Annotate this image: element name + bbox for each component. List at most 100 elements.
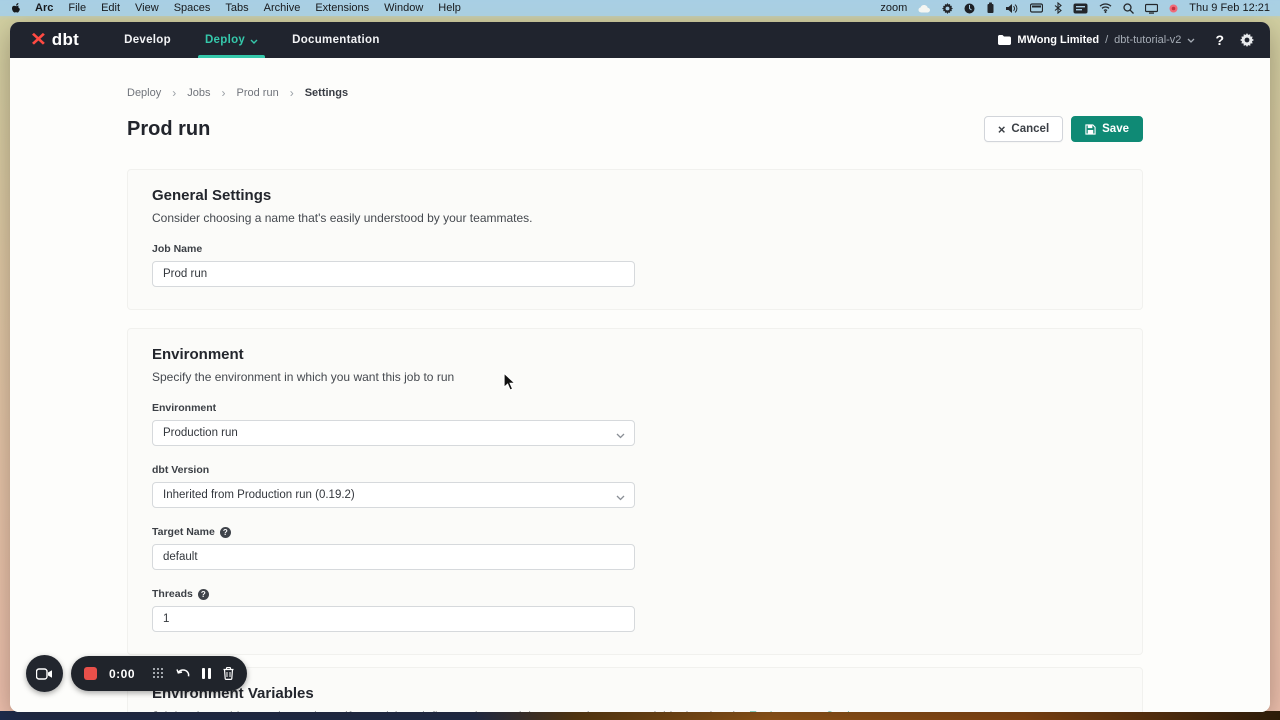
environment-variables-description: Job level overrides can be set here. If … <box>152 709 1118 712</box>
chevron-right-icon: › <box>172 87 176 99</box>
environment-description: Specify the environment in which you wan… <box>152 370 1118 384</box>
target-name-help-icon[interactable]: ? <box>220 527 231 538</box>
cloud-icon[interactable] <box>918 2 931 14</box>
environment-select[interactable]: Production run <box>152 420 635 446</box>
target-name-value: default <box>163 551 198 563</box>
general-settings-card: General Settings Consider choosing a nam… <box>127 169 1143 310</box>
settings-gear-icon[interactable] <box>1240 33 1254 47</box>
cancel-button[interactable]: × Cancel <box>984 116 1063 142</box>
menubar-item-help[interactable]: Help <box>438 2 461 14</box>
nav-develop[interactable]: Develop <box>107 22 188 58</box>
threads-value: 1 <box>163 613 169 625</box>
input-source-icon[interactable] <box>1073 2 1088 14</box>
environment-select-value: Production run <box>163 427 238 439</box>
account-project: dbt-tutorial-v2 <box>1114 34 1181 46</box>
camera-toggle-button[interactable] <box>26 655 63 692</box>
main-nav: Develop Deploy Documentation <box>107 22 397 58</box>
breadcrumb-jobs[interactable]: Jobs <box>187 87 210 99</box>
menubar-item-spaces[interactable]: Spaces <box>174 2 211 14</box>
threads-label: Threads <box>152 588 193 600</box>
save-icon <box>1085 123 1096 135</box>
recording-toolbar: 0:00 <box>71 656 247 691</box>
env-vars-desc-period: . <box>869 709 872 712</box>
menubar-zoom-label[interactable]: zoom <box>880 2 907 14</box>
chevron-right-icon: › <box>222 87 226 99</box>
desktop-wallpaper-strip <box>0 711 1280 720</box>
chevron-down-icon <box>250 35 258 47</box>
chevron-down-icon <box>616 430 625 442</box>
menubar-item-edit[interactable]: Edit <box>101 2 120 14</box>
delete-recording-icon[interactable] <box>223 667 234 680</box>
do-not-disturb-icon[interactable] <box>964 2 975 14</box>
job-name-label: Job Name <box>152 243 202 255</box>
save-button[interactable]: Save <box>1071 116 1143 142</box>
target-name-input[interactable]: default <box>152 544 635 570</box>
stop-recording-button[interactable] <box>84 667 97 680</box>
menubar-item-view[interactable]: View <box>135 2 159 14</box>
volume-icon[interactable] <box>1006 2 1019 14</box>
menubar-item-archive[interactable]: Archive <box>264 2 301 14</box>
chevron-right-icon: › <box>290 87 294 99</box>
target-name-label: Target Name <box>152 526 215 538</box>
gear-status-icon[interactable] <box>942 2 953 14</box>
threads-help-icon[interactable]: ? <box>198 589 209 600</box>
page-title: Prod run <box>127 118 210 141</box>
desktop-screen: Arc File Edit View Spaces Tabs Archive E… <box>0 0 1280 720</box>
dbt-version-label: dbt Version <box>152 464 209 476</box>
nav-documentation[interactable]: Documentation <box>275 22 397 58</box>
job-name-input[interactable]: Prod run <box>152 261 635 287</box>
apple-menu-icon[interactable] <box>10 2 20 14</box>
breadcrumb-deploy[interactable]: Deploy <box>127 87 161 99</box>
pause-recording-icon[interactable] <box>202 668 211 679</box>
account-separator: / <box>1105 34 1108 46</box>
sidecar-icon[interactable] <box>1145 2 1158 14</box>
chevron-down-icon <box>616 492 625 504</box>
environment-heading: Environment <box>152 346 1118 363</box>
nav-deploy-label: Deploy <box>205 34 245 46</box>
settings-page: Deploy › Jobs › Prod run › Settings Prod… <box>10 58 1270 712</box>
environment-variables-heading: Environment Variables <box>152 685 1118 702</box>
folder-icon <box>998 34 1011 46</box>
drag-handle-icon[interactable] <box>153 668 164 679</box>
close-icon: × <box>998 123 1006 136</box>
menubar-item-tabs[interactable]: Tabs <box>225 2 248 14</box>
general-settings-heading: General Settings <box>152 187 1118 204</box>
environment-card: Environment Specify the environment in w… <box>127 328 1143 655</box>
nav-deploy[interactable]: Deploy <box>188 22 275 58</box>
dbt-brand[interactable]: ✕ dbt <box>30 30 79 50</box>
menubar-item-extensions[interactable]: Extensions <box>315 2 369 14</box>
menubar-item-file[interactable]: File <box>68 2 86 14</box>
recording-timer: 0:00 <box>109 667 135 681</box>
dbt-version-select[interactable]: Inherited from Production run (0.19.2) <box>152 482 635 508</box>
search-icon[interactable] <box>1123 2 1134 14</box>
env-vars-desc-text: Job level overrides can be set here. If … <box>152 709 749 712</box>
dbt-brand-name: dbt <box>52 30 79 50</box>
menubar-app-name[interactable]: Arc <box>35 2 53 14</box>
breadcrumb: Deploy › Jobs › Prod run › Settings <box>127 58 1143 99</box>
record-status-icon[interactable] <box>1169 2 1178 14</box>
restart-recording-icon[interactable] <box>176 668 190 679</box>
environment-select-label: Environment <box>152 402 216 414</box>
environment-variables-card: Environment Variables Job level override… <box>127 667 1143 712</box>
battery-icon[interactable] <box>986 2 995 14</box>
breadcrumb-prod-run[interactable]: Prod run <box>237 87 279 99</box>
nav-documentation-label: Documentation <box>292 34 380 46</box>
dbt-logo-icon: ✕ <box>30 31 47 49</box>
general-settings-description: Consider choosing a name that's easily u… <box>152 211 1118 225</box>
cancel-button-label: Cancel <box>1011 123 1049 135</box>
dbt-version-value: Inherited from Production run (0.19.2) <box>163 489 355 501</box>
menubar-item-window[interactable]: Window <box>384 2 423 14</box>
browser-window: ✕ dbt Develop Deploy Documentation <box>10 22 1270 712</box>
menubar-clock[interactable]: Thu 9 Feb 12:21 <box>1189 2 1270 14</box>
account-org: MWong Limited <box>1017 34 1099 46</box>
nav-develop-label: Develop <box>124 34 171 46</box>
wifi-icon[interactable] <box>1099 2 1112 14</box>
environments-settings-link[interactable]: Environments Settings <box>749 709 869 712</box>
account-switcher[interactable]: MWong Limited / dbt-tutorial-v2 <box>998 34 1195 46</box>
help-icon[interactable]: ? <box>1215 32 1224 48</box>
display-settings-icon[interactable] <box>1030 2 1043 14</box>
video-camera-icon <box>36 668 53 680</box>
threads-input[interactable]: 1 <box>152 606 635 632</box>
job-name-value: Prod run <box>163 268 207 280</box>
bluetooth-icon[interactable] <box>1054 2 1062 14</box>
